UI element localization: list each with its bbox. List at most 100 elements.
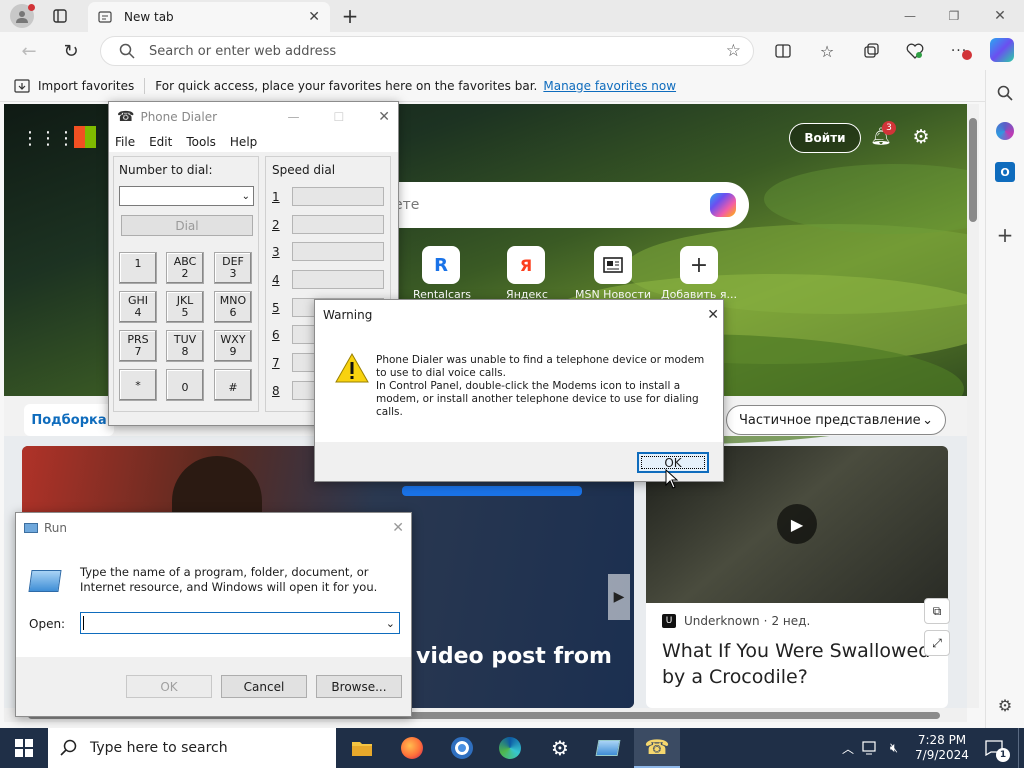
speed-dial-4-button[interactable] bbox=[292, 270, 384, 289]
speed-dial-3-button[interactable] bbox=[292, 242, 384, 261]
msn-search-box[interactable]: ете bbox=[364, 182, 749, 228]
run-cancel-button[interactable]: Cancel bbox=[221, 675, 307, 698]
sidebar-search-icon[interactable] bbox=[994, 82, 1016, 104]
tile-rentalcars-icon[interactable]: R bbox=[422, 246, 460, 284]
key-3[interactable]: DEF 3 bbox=[214, 252, 252, 284]
dialer-close-icon[interactable]: ✕ bbox=[378, 109, 390, 125]
more-alert-dot bbox=[962, 50, 972, 60]
dialer-minimize-icon[interactable]: — bbox=[288, 110, 300, 124]
key-star[interactable]: * bbox=[119, 369, 157, 401]
phone-dialer-titlebar[interactable]: ☎ Phone Dialer — ☐ ✕ bbox=[109, 102, 398, 132]
start-button[interactable] bbox=[0, 728, 48, 768]
signin-button[interactable]: Войти bbox=[789, 123, 861, 153]
taskbar-search-box[interactable]: Type here to search bbox=[48, 728, 336, 768]
menu-edit[interactable]: Edit bbox=[149, 135, 172, 149]
run-titlebar[interactable]: Run ✕ bbox=[24, 519, 404, 537]
tray-chevron-up-icon[interactable]: ︿ bbox=[838, 738, 858, 758]
expand-icon[interactable]: ⤢ bbox=[924, 630, 950, 656]
key-9[interactable]: WXY 9 bbox=[214, 330, 252, 362]
run-browse-button[interactable]: Browse... bbox=[316, 675, 402, 698]
warning-dialog: Warning ✕ Phone Dialer was unable to fin… bbox=[314, 299, 724, 482]
apps-grid-icon[interactable]: ⋮⋮⋮ bbox=[21, 128, 75, 149]
speed-dial-2-button[interactable] bbox=[292, 215, 384, 234]
key-8[interactable]: TUV 8 bbox=[166, 330, 204, 362]
address-bar[interactable]: Search or enter web address ☆ bbox=[100, 36, 754, 66]
microsoft-logo-icon bbox=[74, 126, 96, 148]
taskbar-settings-icon[interactable]: ⚙ bbox=[540, 732, 580, 764]
speed-dial-1-button[interactable] bbox=[292, 187, 384, 206]
tab-actions-icon[interactable] bbox=[50, 6, 70, 26]
view-mode-dropdown[interactable]: Частичное представление ⌄ bbox=[726, 405, 946, 435]
tile-add-icon[interactable]: + bbox=[680, 246, 718, 284]
dial-button[interactable]: Dial bbox=[121, 215, 253, 236]
carousel-next-icon[interactable]: ▶ bbox=[608, 574, 630, 620]
key-hash[interactable]: # bbox=[214, 369, 252, 401]
sidebar-add-icon[interactable]: + bbox=[994, 223, 1016, 247]
refresh-icon[interactable]: ↻ bbox=[60, 40, 82, 62]
window-close-icon[interactable]: ✕ bbox=[990, 6, 1010, 26]
news-card-crocodile[interactable]: ▶ U Underknown · 2 нед. What If You Were… bbox=[646, 446, 948, 708]
view-mode-label: Частичное представление bbox=[739, 412, 921, 428]
tile-msn-news-icon[interactable] bbox=[594, 246, 632, 284]
taskbar-chromium-icon[interactable] bbox=[442, 732, 482, 764]
card-source: Underknown bbox=[684, 614, 760, 628]
copilot-search-icon[interactable] bbox=[710, 193, 736, 217]
vertical-scrollbar[interactable] bbox=[967, 104, 979, 708]
feed-tab-podborka[interactable]: Подборка bbox=[24, 404, 114, 436]
key-7[interactable]: PRS 7 bbox=[119, 330, 157, 362]
split-screen-icon[interactable] bbox=[772, 40, 794, 62]
minimize-icon[interactable]: — bbox=[900, 6, 920, 26]
collections-icon[interactable] bbox=[860, 40, 882, 62]
menu-file[interactable]: File bbox=[115, 135, 135, 149]
taskbar-run-icon[interactable] bbox=[588, 732, 628, 764]
menu-tools[interactable]: Tools bbox=[186, 135, 216, 149]
vertical-scroll-thumb[interactable] bbox=[969, 118, 977, 222]
phone-dialer-title: Phone Dialer bbox=[140, 110, 218, 124]
taskbar-edge-icon[interactable] bbox=[490, 732, 530, 764]
run-open-input[interactable]: ⌄ bbox=[80, 612, 400, 634]
taskbar-firefox-icon[interactable] bbox=[392, 732, 432, 764]
show-desktop-button[interactable] bbox=[1018, 728, 1024, 768]
warning-message: Phone Dialer was unable to find a teleph… bbox=[376, 354, 706, 419]
run-ok-button[interactable]: OK bbox=[126, 675, 212, 698]
mouse-cursor-icon bbox=[665, 469, 679, 489]
key-6[interactable]: MNO 6 bbox=[214, 291, 252, 323]
taskbar-file-explorer-icon[interactable] bbox=[342, 732, 382, 764]
key-0[interactable]: 0 bbox=[166, 369, 204, 401]
tile-yandex-icon[interactable]: Я bbox=[507, 246, 545, 284]
key-1[interactable]: 1 bbox=[119, 252, 157, 284]
tray-network-icon[interactable] bbox=[860, 738, 880, 758]
favorites-icon[interactable]: ☆ bbox=[816, 40, 838, 62]
new-tab-plus-icon[interactable]: + bbox=[338, 4, 362, 28]
warning-close-icon[interactable]: ✕ bbox=[707, 307, 719, 323]
browser-essentials-icon[interactable] bbox=[904, 40, 926, 62]
tab-new-tab[interactable]: New tab ✕ bbox=[88, 2, 330, 32]
tray-clock[interactable]: 7:28 PM 7/9/2024 bbox=[912, 733, 972, 763]
video-play-icon[interactable]: ▶ bbox=[777, 504, 817, 544]
msn-settings-icon[interactable]: ⚙ bbox=[910, 126, 932, 148]
restore-icon[interactable]: ❐ bbox=[944, 6, 964, 26]
sidebar-settings-icon[interactable]: ⚙ bbox=[994, 694, 1016, 716]
sidebar-copilot-icon[interactable] bbox=[996, 122, 1014, 140]
tray-volume-muted-icon[interactable]: 🔇︎ bbox=[884, 738, 904, 758]
manage-favorites-link[interactable]: Manage favorites now bbox=[543, 79, 676, 93]
key-2[interactable]: ABC 2 bbox=[166, 252, 204, 284]
warning-titlebar[interactable]: Warning ✕ bbox=[323, 306, 719, 324]
taskbar-phone-dialer-icon[interactable]: ☎ bbox=[634, 728, 680, 768]
key-4[interactable]: GHI 4 bbox=[119, 291, 157, 323]
copilot-icon[interactable] bbox=[990, 38, 1014, 62]
run-close-icon[interactable]: ✕ bbox=[392, 520, 404, 536]
sidebar-outlook-icon[interactable]: O bbox=[995, 162, 1015, 182]
number-to-dial-combo[interactable]: ⌄ bbox=[119, 186, 254, 206]
dialer-maximize-icon[interactable]: ☐ bbox=[334, 110, 345, 124]
visual-search-icon[interactable]: ⧉ bbox=[924, 598, 950, 624]
key-5[interactable]: JKL 5 bbox=[166, 291, 204, 323]
add-favorite-star-icon[interactable]: ☆ bbox=[726, 41, 741, 61]
import-favorites-link[interactable]: Import favorites bbox=[38, 79, 134, 93]
tab-close-icon[interactable]: ✕ bbox=[308, 9, 320, 25]
warning-title: Warning bbox=[323, 308, 373, 322]
menu-help[interactable]: Help bbox=[230, 135, 257, 149]
back-icon[interactable]: ← bbox=[18, 40, 40, 62]
notification-count-badge: 3 bbox=[882, 121, 896, 135]
run-history-chevron-icon[interactable]: ⌄ bbox=[386, 617, 395, 630]
